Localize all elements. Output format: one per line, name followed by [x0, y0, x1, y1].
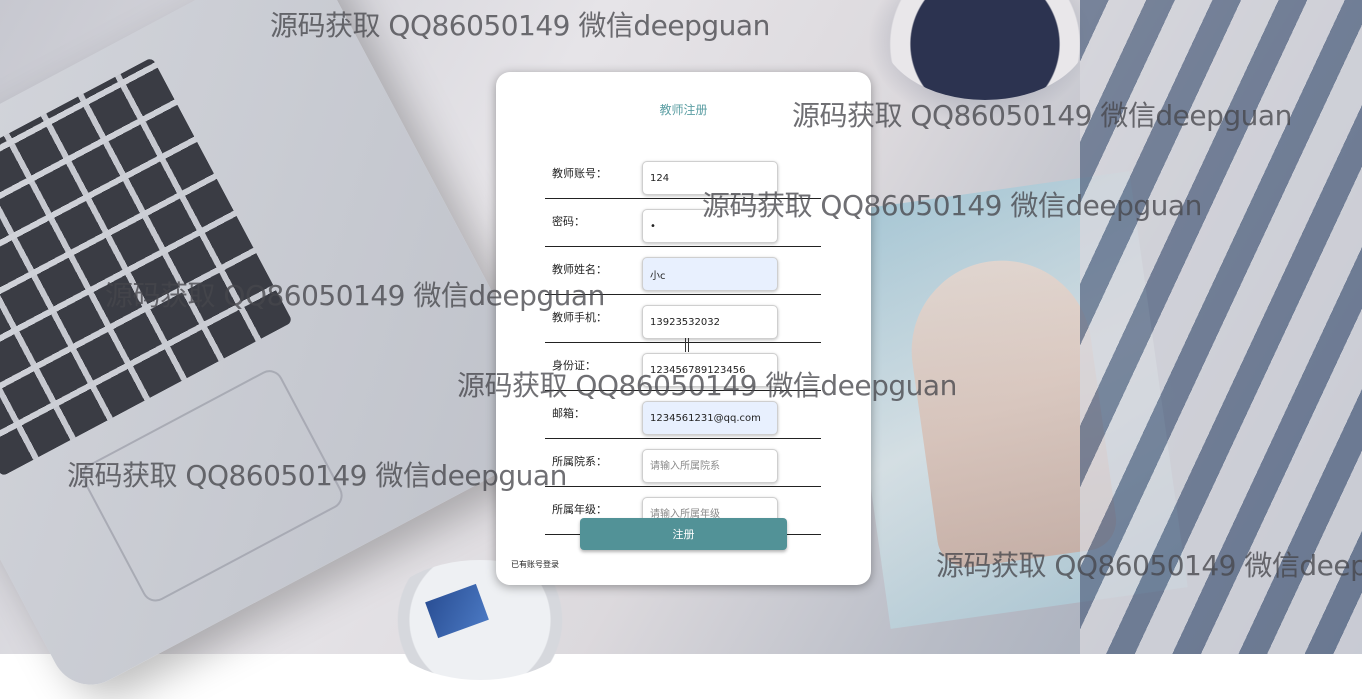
- register-button[interactable]: 注册: [580, 518, 787, 550]
- account-label: 教师账号：: [552, 167, 607, 180]
- form-row-department: 所属院系：: [545, 438, 821, 487]
- idcard-label: 身份证：: [552, 359, 596, 372]
- form-row-name: 教师姓名：: [545, 246, 821, 295]
- phone-label: 教师手机：: [552, 311, 607, 324]
- striped-cloth-image: [1080, 0, 1362, 654]
- email-label: 邮箱：: [552, 407, 585, 420]
- email-input[interactable]: [642, 401, 778, 435]
- name-input[interactable]: [642, 257, 778, 291]
- account-input[interactable]: [642, 161, 778, 195]
- register-card: 教师注册 教师账号： 密码： 教师姓名： 教师手机： 身份证： 邮箱： 所属院系…: [496, 72, 871, 585]
- idcard-input[interactable]: [642, 353, 778, 387]
- department-label: 所属院系：: [552, 455, 607, 468]
- phone-input[interactable]: [642, 305, 778, 339]
- password-input[interactable]: [642, 209, 778, 243]
- name-label: 教师姓名：: [552, 263, 607, 276]
- form-row-idcard: 身份证：: [545, 342, 821, 391]
- form-row-account: 教师账号：: [545, 150, 821, 199]
- form-row-phone: 教师手机：: [545, 294, 821, 343]
- blueberry-bowl-image: [880, 0, 1090, 100]
- login-link[interactable]: 已有账号登录: [511, 559, 559, 570]
- department-input[interactable]: [642, 449, 778, 483]
- form-row-email: 邮箱：: [545, 390, 821, 439]
- page-title: 教师注册: [659, 103, 708, 117]
- password-label: 密码：: [552, 215, 585, 228]
- form-row-password: 密码：: [545, 198, 821, 247]
- text-cursor-icon: [685, 338, 689, 352]
